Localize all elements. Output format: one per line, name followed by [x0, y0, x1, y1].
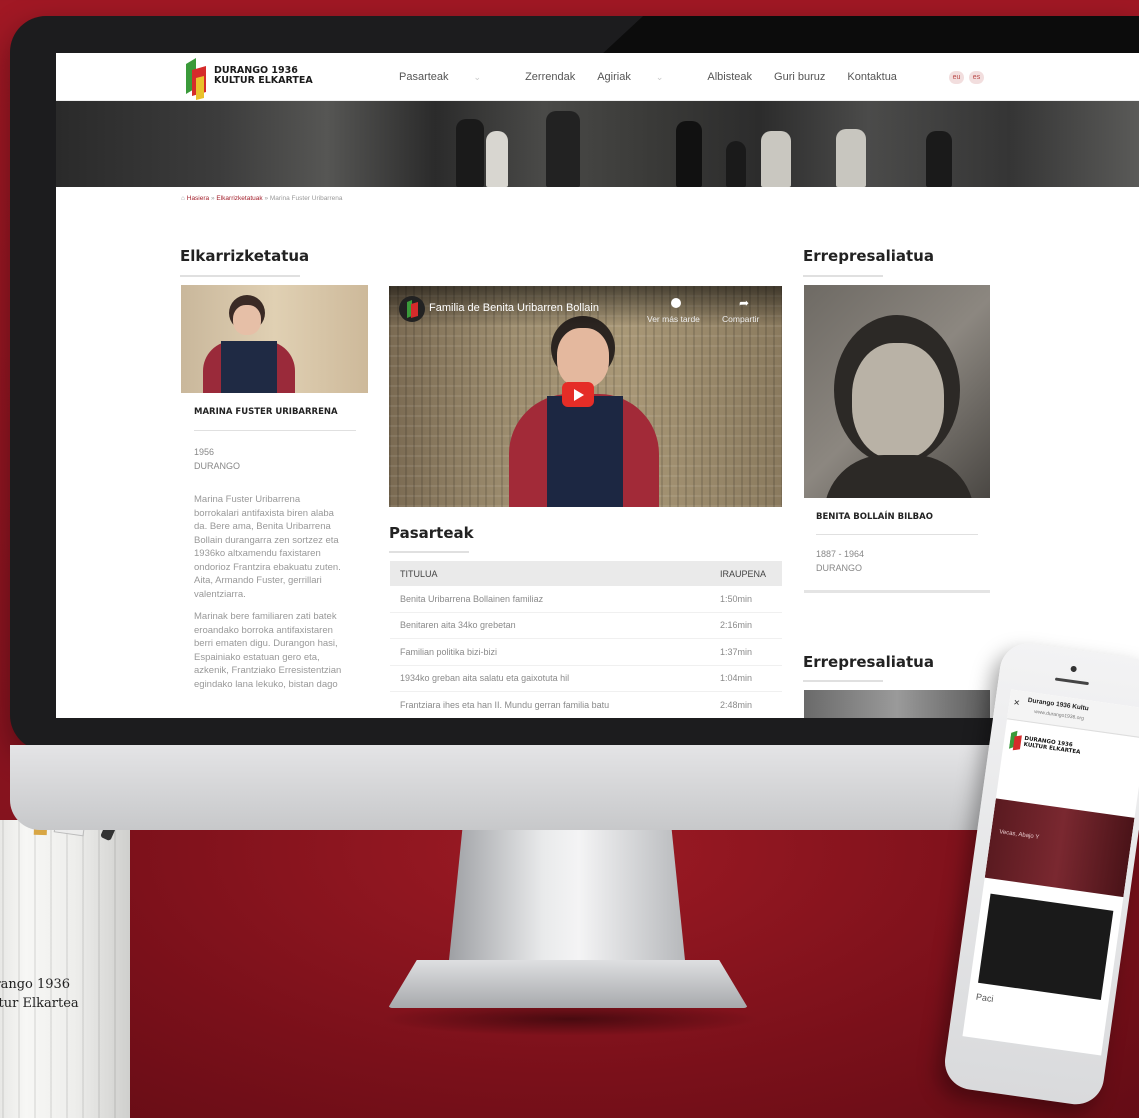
reprisal-meta: 1887 - 1964 DURANGO: [816, 549, 865, 573]
interviewee-photo[interactable]: [181, 285, 368, 393]
reprisal-heading-2: Errepresaliatua: [803, 653, 934, 671]
reprisal-photo-2[interactable]: [804, 690, 990, 718]
interviewee-meta: 1956 DURANGO: [194, 447, 241, 471]
nav-zerrendak[interactable]: Zerrendak: [525, 71, 575, 83]
phone-screen: ✕ Durango 1936 Kultu www.durango1936.org…: [962, 689, 1139, 1056]
phone-speaker: [1054, 677, 1089, 686]
channel-avatar-icon[interactable]: [399, 296, 425, 322]
divider: [816, 534, 978, 535]
share-icon[interactable]: ➦: [739, 296, 749, 310]
clips-heading: Pasarteak: [389, 524, 474, 542]
nav-agiriak[interactable]: Agiriak ⌄: [597, 71, 685, 83]
breadcrumb-home[interactable]: Hasiera: [187, 195, 209, 202]
lang-es[interactable]: es: [969, 71, 984, 84]
table-row[interactable]: Frantziara ihes eta han II. Mundu gerran…: [390, 692, 782, 718]
table-row[interactable]: Familian politika bizi-bizi 1:37min: [390, 639, 782, 666]
table-header: TITULUA IRAUPENA: [390, 561, 782, 586]
breadcrumb-section[interactable]: Elkarrizketatuak: [216, 195, 262, 202]
watch-later-label[interactable]: Ver más tarde: [647, 314, 700, 324]
interviewee-name[interactable]: MARINA FUSTER URIBARRENA: [194, 407, 338, 417]
reprisal-name[interactable]: BENITA BOLLAÍN BILBAO: [816, 512, 933, 522]
interviewee-heading: Elkarrizketatua: [180, 247, 310, 265]
phone-camera: [1070, 665, 1078, 673]
site-header: DURANGO 1936 KULTUR ELKARTEA Pasarteak ⌄ …: [56, 53, 1139, 101]
monitor-stand-neck: [448, 830, 686, 970]
clips-table: TITULUA IRAUPENA Benita Uribarrena Bolla…: [390, 561, 782, 718]
website-screen: DURANGO 1936 KULTUR ELKARTEA Pasarteak ⌄ …: [56, 53, 1139, 718]
table-row[interactable]: Benita Uribarrena Bollainen familiaz 1:50…: [390, 586, 782, 613]
nav-guri-buruz[interactable]: Guri buruz: [774, 71, 825, 83]
site-logo-text[interactable]: DURANGO 1936 KULTUR ELKARTEA: [214, 66, 313, 86]
heading-underline: [803, 680, 883, 682]
phone-banner: Vecas, Abajo Y: [984, 798, 1135, 898]
phone-logo-icon[interactable]: [1008, 730, 1023, 753]
table-row[interactable]: Benitaren aita 34ko grebetan 2:16min: [390, 613, 782, 639]
breadcrumb: ⌂ Hasiera » Elkarrizketatuak » Marina Fu…: [181, 195, 343, 202]
reprisal-photo[interactable]: [804, 285, 990, 498]
lang-eu[interactable]: eu: [949, 71, 964, 84]
site-logo-icon[interactable]: [184, 58, 210, 100]
video-title[interactable]: Familia de Benita Uribarren Bollain: [429, 302, 599, 314]
nav-kontaktua[interactable]: Kontaktua: [847, 71, 897, 83]
heading-underline: [803, 275, 883, 277]
share-label[interactable]: Compartir: [722, 314, 759, 324]
phone-video-card[interactable]: [978, 893, 1114, 1000]
heading-underline: [180, 275, 300, 277]
phone-card-title: Paci: [975, 991, 995, 1004]
close-icon[interactable]: ✕: [1013, 698, 1021, 708]
interviewee-bio: Marina Fuster Uribarrena borrokalari ant…: [194, 494, 342, 690]
table-row[interactable]: 1934ko greban aita salatu eta gaixotuta …: [390, 666, 782, 692]
monitor-stand-base: [388, 960, 748, 1008]
nav-pasarteak[interactable]: Pasarteak ⌄: [399, 71, 503, 83]
monitor-chin: [10, 745, 1139, 830]
video-player[interactable]: Familia de Benita Uribarren Bollain Ver …: [389, 286, 782, 507]
cup-label: urango 1936 ultur Elkartea: [0, 977, 79, 1011]
nav-albisteak[interactable]: Albisteak: [707, 71, 752, 83]
hero-banner-photo: [56, 101, 1139, 187]
phone-logo-text: DURANGO 1936 KULTUR ELKARTEA: [1023, 735, 1081, 756]
divider: [194, 430, 356, 431]
home-icon[interactable]: ⌂: [181, 195, 185, 202]
reprisal-heading: Errepresaliatua: [803, 247, 934, 265]
play-button[interactable]: [562, 382, 594, 407]
card-shadow: [804, 590, 990, 593]
heading-underline: [389, 551, 469, 553]
main-nav: Pasarteak ⌄ Zerrendak Agiriak ⌄ Albisteak …: [399, 71, 919, 83]
pencil-cup: [0, 820, 130, 1118]
monitor-glare: [600, 16, 1139, 56]
clock-icon[interactable]: [671, 298, 681, 308]
breadcrumb-current: Marina Fuster Uribarrena: [269, 195, 343, 202]
phone-browser-bar: ✕ Durango 1936 Kultu www.durango1936.org: [1007, 689, 1139, 739]
